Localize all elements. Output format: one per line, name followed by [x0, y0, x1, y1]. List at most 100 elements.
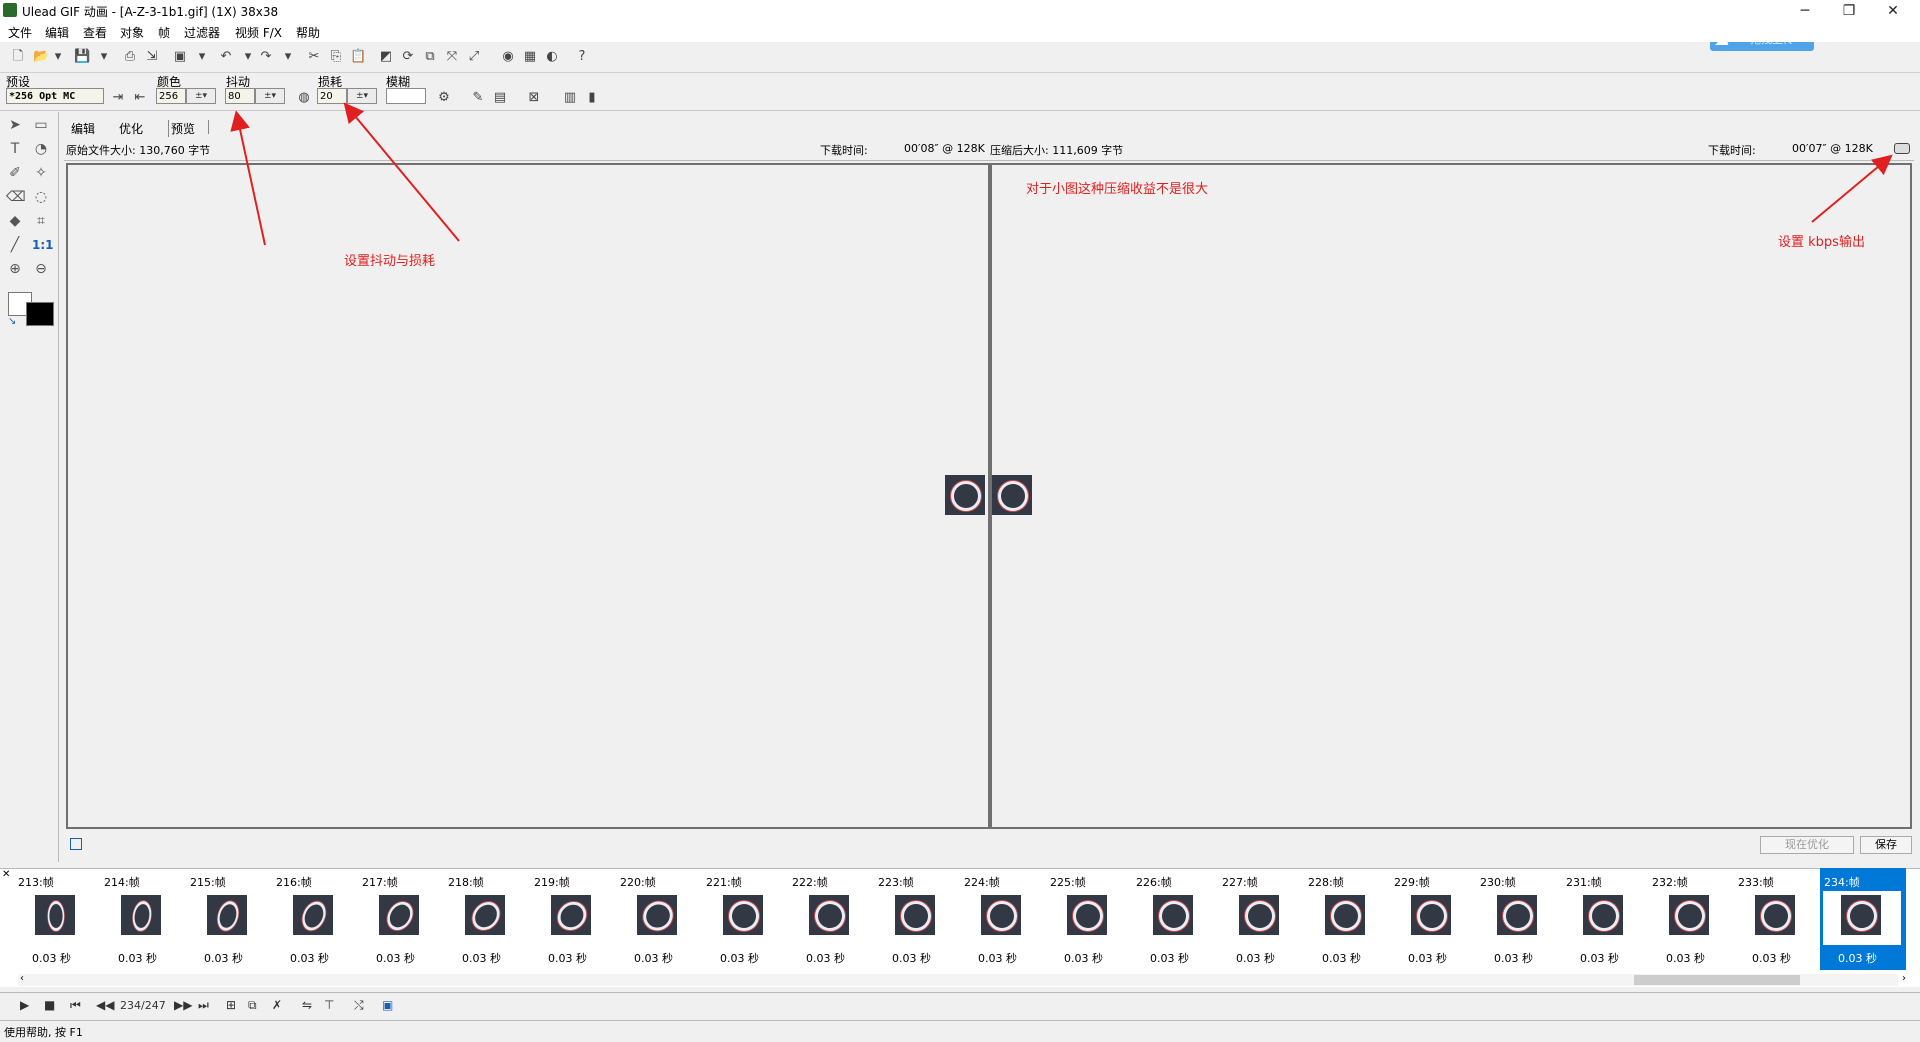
frame-image — [1153, 895, 1193, 935]
frame-label: 218:帧 — [448, 876, 484, 889]
frame-thumbnail[interactable]: 219:帧 0.03 秒 — [530, 868, 616, 970]
frame-label: 223:帧 — [878, 876, 914, 889]
frame-thumbnail[interactable]: 229:帧 0.03 秒 — [1390, 868, 1476, 970]
frame-delay: 0.03 秒 — [376, 952, 415, 965]
frame-thumbnail[interactable]: 222:帧 0.03 秒 — [788, 868, 874, 970]
frame-counter: 234/247 — [120, 999, 166, 1012]
frame-delay: 0.03 秒 — [720, 952, 759, 965]
frame-label: 216:帧 — [276, 876, 312, 889]
frame-thumbnail[interactable]: 233:帧 0.03 秒 — [1734, 868, 1820, 970]
frame-label: 221:帧 — [706, 876, 742, 889]
frame-thumbnail[interactable]: 223:帧 0.03 秒 — [874, 868, 960, 970]
frame-delay: 0.03 秒 — [204, 952, 243, 965]
frame-image — [723, 895, 765, 937]
frame-label: 224:帧 — [964, 876, 1000, 889]
frame-delay: 0.03 秒 — [1064, 952, 1103, 965]
frame-label: 230:帧 — [1480, 876, 1516, 889]
frame-thumbnail[interactable]: 215:帧 0.03 秒 — [186, 868, 272, 970]
frame-delay: 0.03 秒 — [118, 952, 157, 965]
frame-label: 220:帧 — [620, 876, 656, 889]
frame-delay: 0.03 秒 — [32, 952, 71, 965]
frame-thumbnail[interactable]: 226:帧 0.03 秒 — [1132, 868, 1218, 970]
frame-thumbnail[interactable]: 214:帧 0.03 秒 — [100, 868, 186, 970]
frame-thumbnail[interactable]: 230:帧 0.03 秒 — [1476, 868, 1562, 970]
frame-image — [809, 895, 849, 935]
frame-thumbnail[interactable]: 225:帧 0.03 秒 — [1046, 868, 1132, 970]
status-text: 使用帮助, 按 F1 — [4, 1026, 83, 1039]
frame-thumbnail[interactable]: 218:帧 0.03 秒 — [444, 868, 530, 970]
previous-frame-icon[interactable]: ◀◀ — [96, 998, 114, 1012]
frame-delay: 0.03 秒 — [548, 952, 587, 965]
first-frame-icon[interactable]: ⏮ — [70, 998, 81, 1013]
save-frame-icon[interactable]: ▣ — [382, 998, 393, 1012]
duplicate-frame-icon[interactable]: ⧉ — [248, 998, 257, 1013]
frame-label: 213:帧 — [18, 876, 54, 889]
frame-scrollbar-thumb[interactable] — [1634, 975, 1800, 985]
optimize-now-button[interactable]: 现在优化 — [1760, 836, 1854, 854]
frame-thumbnail[interactable]: 224:帧 0.03 秒 — [960, 868, 1046, 970]
frame-thumbnail[interactable]: 232:帧 0.03 秒 — [1648, 868, 1734, 970]
frame-image — [1325, 895, 1367, 937]
frame-scrollbar[interactable] — [18, 974, 1898, 986]
frame-thumbnail[interactable]: 220:帧 0.03 秒 — [616, 868, 702, 970]
frame-thumbnail[interactable]: 221:帧 0.03 秒 — [702, 868, 788, 970]
close-panel-icon[interactable]: ✕ — [2, 869, 10, 880]
frame-image — [293, 895, 333, 935]
frame-label: 219:帧 — [534, 876, 570, 889]
frame-delay: 0.03 秒 — [892, 952, 931, 965]
frame-label: 228:帧 — [1308, 876, 1344, 889]
window-mode-icon[interactable] — [70, 838, 82, 850]
add-frame-icon[interactable]: ⊞ — [226, 998, 236, 1012]
frame-image — [981, 895, 1021, 935]
frame-delay: 0.03 秒 — [1322, 952, 1361, 965]
frame-delay: 0.03 秒 — [806, 952, 845, 965]
frame-label: 226:帧 — [1136, 876, 1172, 889]
frame-label: 231:帧 — [1566, 876, 1602, 889]
reverse-icon[interactable]: ⤭ — [354, 998, 364, 1013]
frame-delay: 0.03 秒 — [1236, 952, 1275, 965]
frame-label: 215:帧 — [190, 876, 226, 889]
playback-bar — [0, 992, 1920, 1019]
frame-label: 214:帧 — [104, 876, 140, 889]
frame-thumbnail[interactable]: 234:帧 0.03 秒 — [1820, 868, 1906, 970]
frame-thumbnail[interactable]: 216:帧 0.03 秒 — [272, 868, 358, 970]
frame-label: 232:帧 — [1652, 876, 1688, 889]
frame-image — [121, 895, 161, 935]
next-frame-icon[interactable]: ▶▶ — [174, 998, 192, 1012]
tween-icon[interactable]: ⇋ — [302, 998, 312, 1012]
frame-delay: 0.03 秒 — [634, 952, 673, 965]
status-bar — [0, 1020, 1920, 1042]
frame-delay: 0.03 秒 — [1666, 952, 1705, 965]
frame-label: 217:帧 — [362, 876, 398, 889]
frame-properties-icon[interactable]: ⊤ — [324, 998, 334, 1012]
frame-image — [379, 895, 419, 935]
frame-delay: 0.03 秒 — [1494, 952, 1533, 965]
frame-image — [1410, 894, 1454, 938]
frame-image — [1755, 895, 1796, 936]
scroll-right-icon[interactable]: › — [1902, 973, 1906, 984]
frame-thumbnail[interactable]: 228:帧 0.03 秒 — [1304, 868, 1390, 970]
frame-delay: 0.03 秒 — [290, 952, 329, 965]
play-icon[interactable]: ▶ — [20, 998, 29, 1012]
delete-frame-icon[interactable]: ✗ — [272, 998, 282, 1012]
frame-image — [465, 895, 506, 936]
frame-label: 222:帧 — [792, 876, 828, 889]
frame-image — [1239, 895, 1280, 936]
frame-thumbnail[interactable]: 227:帧 0.03 秒 — [1218, 868, 1304, 970]
frame-image — [1841, 895, 1881, 935]
frame-delay: 0.03 秒 — [462, 952, 501, 965]
frame-delay: 0.03 秒 — [1752, 952, 1791, 965]
frame-image — [207, 895, 247, 935]
frame-thumbnail[interactable]: 231:帧 0.03 秒 — [1562, 868, 1648, 970]
save-button[interactable]: 保存 — [1860, 836, 1912, 854]
frame-delay: 0.03 秒 — [1150, 952, 1189, 965]
scroll-left-icon[interactable]: ‹ — [20, 973, 24, 984]
last-frame-icon[interactable]: ⏭ — [198, 998, 209, 1013]
frame-thumbnail[interactable]: 213:帧 0.03 秒 — [14, 868, 100, 970]
frame-thumbnail[interactable]: 217:帧 0.03 秒 — [358, 868, 444, 970]
frame-label: 233:帧 — [1738, 876, 1774, 889]
frame-label: 225:帧 — [1050, 876, 1086, 889]
frame-image — [1583, 895, 1625, 937]
frame-image — [35, 895, 75, 935]
stop-icon[interactable]: ■ — [44, 998, 55, 1012]
